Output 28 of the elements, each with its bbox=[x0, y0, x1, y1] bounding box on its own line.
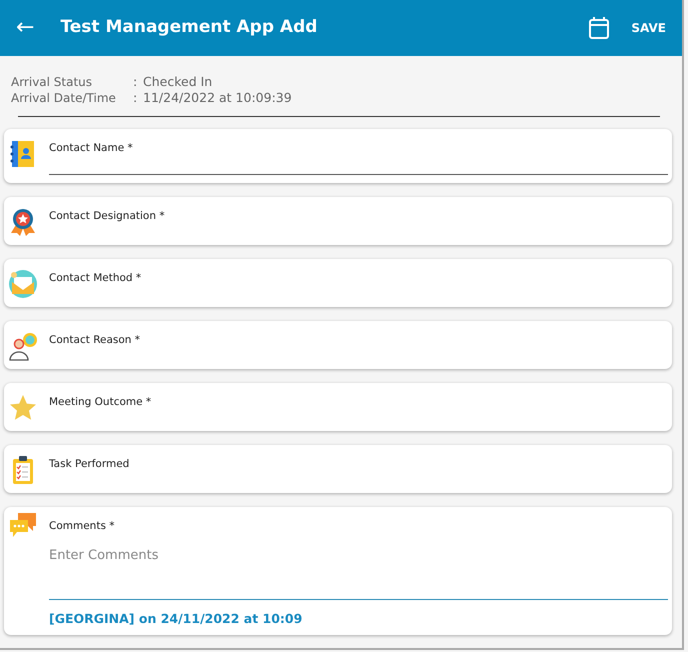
info-label: Arrival Date/Time bbox=[11, 90, 117, 106]
field-label: Task Performed bbox=[49, 457, 130, 472]
field-label: Contact Designation * bbox=[49, 209, 165, 224]
form-card[interactable]: Contact Designation * bbox=[4, 197, 672, 245]
calendar-icon[interactable] bbox=[589, 17, 610, 39]
info-value: Checked In bbox=[143, 74, 212, 90]
form-card[interactable]: Meeting Outcome * bbox=[4, 383, 672, 431]
back-button[interactable]: ← bbox=[16, 17, 34, 39]
form-card[interactable]: Task Performed bbox=[4, 445, 672, 493]
field-label: Contact Name * bbox=[49, 141, 133, 156]
field-label: Comments * bbox=[49, 519, 115, 534]
form-card[interactable]: Contact Name * bbox=[4, 129, 672, 183]
app-title: Test Management App Add bbox=[60, 16, 318, 40]
field-label: Contact Reason * bbox=[49, 333, 140, 348]
form-card[interactable]: Comments * Enter Comments [GEORGINA] on 24/11/2022 at 10:09 bbox=[4, 507, 672, 635]
info-label: Arrival Status bbox=[11, 74, 94, 90]
field-label: Contact Method * bbox=[49, 271, 142, 286]
comment-note: [GEORGINA] on 24/11/2022 at 10:09 bbox=[49, 610, 302, 628]
envelope-icon bbox=[8, 269, 38, 299]
separator: : bbox=[133, 90, 138, 106]
person-chat-icon bbox=[8, 331, 38, 361]
separator: : bbox=[133, 74, 138, 90]
award-ribbon-icon bbox=[8, 207, 38, 237]
form-card[interactable]: Contact Method * bbox=[4, 259, 672, 307]
save-button[interactable]: SAVE bbox=[631, 19, 666, 37]
info-value: 11/24/2022 at 10:09:39 bbox=[143, 90, 292, 106]
form-card[interactable]: Contact Reason * bbox=[4, 321, 672, 369]
field-label: Meeting Outcome * bbox=[49, 395, 152, 410]
